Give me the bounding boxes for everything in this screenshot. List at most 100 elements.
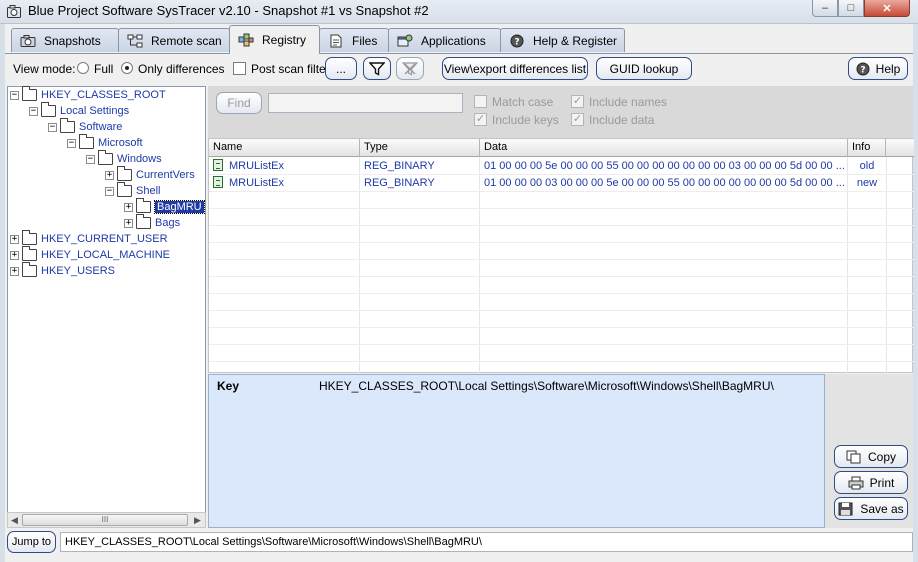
tree-item-bagmru[interactable]: + BagMRU [124, 198, 205, 215]
table-row[interactable]: MRUListEx REG_BINARY 01 00 00 00 5e 00 0… [209, 158, 914, 175]
expand-icon[interactable]: + [105, 170, 114, 180]
tree-item-local-settings[interactable]: − Local Settings [29, 102, 130, 119]
collapse-icon[interactable]: − [48, 122, 57, 132]
title-bar: Blue Project Software SysTracer v2.10 - … [0, 0, 918, 24]
folder-icon [136, 214, 151, 229]
tab-remote-scan[interactable]: Remote scan [118, 28, 230, 52]
maximize-button[interactable]: □ [838, 0, 864, 17]
grid-row-line [209, 208, 914, 209]
post-scan-filter-checkbox[interactable] [233, 62, 246, 75]
svg-text:?: ? [514, 37, 519, 47]
registry-value-icon [213, 159, 223, 171]
tab-snapshots[interactable]: Snapshots [11, 28, 119, 52]
view-mode-only-differences-radio[interactable] [121, 62, 133, 74]
tree-item-label: HKEY_CURRENT_USER [41, 233, 168, 245]
grid-row-line [209, 276, 914, 277]
folder-icon [22, 230, 37, 245]
grid-row-line [209, 344, 914, 345]
filter-options-button[interactable]: ... [325, 57, 357, 80]
view-export-differences-button[interactable]: View\export differences list [442, 57, 588, 80]
expand-icon[interactable]: + [10, 250, 19, 260]
value-name: MRUListEx [229, 160, 285, 172]
tree-item-hkey-classes-root[interactable]: − HKEY_CLASSES_ROOT [10, 86, 166, 103]
tree-item-shell[interactable]: − Shell [105, 182, 160, 199]
tree-horizontal-scrollbar[interactable]: ◀ III ▶ [7, 512, 206, 528]
guid-lookup-button[interactable]: GUID lookup [596, 57, 692, 80]
tab-label: Applications [421, 33, 486, 48]
funnel-icon [369, 61, 385, 76]
tree-item-currentversion[interactable]: + CurrentVers [105, 166, 195, 183]
jump-to-path-field[interactable]: HKEY_CLASSES_ROOT\Local Settings\Softwar… [60, 532, 913, 552]
save-as-button-label: Save as [860, 501, 904, 516]
include-keys-checkbox[interactable]: ✓ [474, 113, 487, 126]
tree-item-software[interactable]: − Software [48, 118, 122, 135]
find-input[interactable] [268, 93, 463, 113]
collapse-icon[interactable]: − [67, 138, 76, 148]
tree-item-label: Local Settings [60, 105, 130, 117]
expand-icon[interactable]: + [124, 202, 133, 212]
tree-item-label: HKEY_LOCAL_MACHINE [41, 249, 170, 261]
include-data-checkbox[interactable]: ✓ [571, 113, 584, 126]
scrollbar-thumb[interactable]: III [22, 514, 188, 526]
close-button[interactable]: ✕ [864, 0, 910, 17]
cell-info: old [859, 160, 875, 172]
view-mode-only-differences-label[interactable]: Only differences [138, 62, 225, 76]
copy-button[interactable]: Copy [834, 445, 908, 468]
tree-item-label: Microsoft [98, 137, 143, 149]
expand-icon[interactable]: + [10, 234, 19, 244]
tree-item-label-selected: BagMRU [154, 200, 205, 214]
tab-help-register[interactable]: ? Help & Register [500, 28, 625, 52]
copy-button-label: Copy [867, 449, 896, 464]
tab-files[interactable]: Files [319, 28, 389, 52]
include-names-checkbox[interactable]: ✓ [571, 95, 584, 108]
collapse-icon[interactable]: − [86, 154, 95, 164]
tree-item-bags[interactable]: + Bags [124, 214, 180, 231]
column-header-type[interactable]: Type [360, 139, 480, 157]
scroll-left-icon[interactable]: ◀ [11, 515, 18, 526]
expand-icon[interactable]: + [124, 218, 133, 228]
tree-item-hkey-users[interactable]: + HKEY_USERS [10, 262, 115, 279]
print-button[interactable]: Print [834, 471, 908, 494]
view-mode-full-radio[interactable] [77, 62, 89, 74]
values-grid: Name Type Data Info MRUListEx REG_BINARY… [208, 138, 914, 374]
match-case-checkbox[interactable] [474, 95, 487, 108]
jump-to-button[interactable]: Jump to [7, 531, 56, 553]
value-name: MRUListEx [229, 177, 285, 189]
tab-label: Help & Register [533, 33, 618, 48]
expand-icon[interactable]: + [10, 266, 19, 276]
save-as-button[interactable]: Save as [834, 497, 908, 520]
tree-item-hkey-current-user[interactable]: + HKEY_CURRENT_USER [10, 230, 168, 247]
collapse-icon[interactable]: − [105, 186, 114, 196]
cell-data: 01 00 00 00 03 00 00 00 5e 00 00 00 55 0… [484, 177, 844, 189]
clear-filter-button[interactable] [396, 57, 424, 80]
collapse-icon[interactable]: − [29, 106, 38, 116]
tree-item-microsoft[interactable]: − Microsoft [67, 134, 143, 151]
grid-header: Name Type Data Info [209, 139, 914, 157]
tree-item-hkey-local-machine[interactable]: + HKEY_LOCAL_MACHINE [10, 246, 170, 263]
copy-icon [846, 450, 861, 463]
tab-registry[interactable]: Registry [229, 25, 320, 54]
column-header-data[interactable]: Data [480, 139, 848, 157]
grid-row-line [209, 225, 914, 226]
post-scan-filter-label[interactable]: Post scan filter [251, 62, 330, 76]
grid-row-line [209, 361, 914, 362]
column-header-name[interactable]: Name [209, 139, 360, 157]
help-icon: ? [856, 62, 870, 75]
find-button[interactable]: Find [216, 92, 262, 114]
collapse-icon[interactable]: − [10, 90, 19, 100]
column-header-info[interactable]: Info [848, 139, 886, 157]
scroll-right-icon[interactable]: ▶ [194, 515, 201, 526]
help-button[interactable]: ? Help [848, 57, 908, 80]
tab-applications[interactable]: Applications [388, 28, 501, 52]
tree-item-windows[interactable]: − Windows [86, 150, 162, 167]
include-keys-label: Include keys [492, 113, 559, 127]
tree-item-label: HKEY_CLASSES_ROOT [41, 89, 166, 101]
clear-filter-icon [402, 61, 418, 75]
tree-item-label: CurrentVers [136, 169, 195, 181]
filter-button[interactable] [363, 57, 391, 80]
minimize-button[interactable]: – [812, 0, 838, 17]
view-mode-label: View mode: [13, 62, 76, 76]
view-mode-full-label[interactable]: Full [94, 62, 113, 76]
grid-row-line [209, 242, 914, 243]
table-row[interactable]: MRUListEx REG_BINARY 01 00 00 00 03 00 0… [209, 175, 914, 192]
